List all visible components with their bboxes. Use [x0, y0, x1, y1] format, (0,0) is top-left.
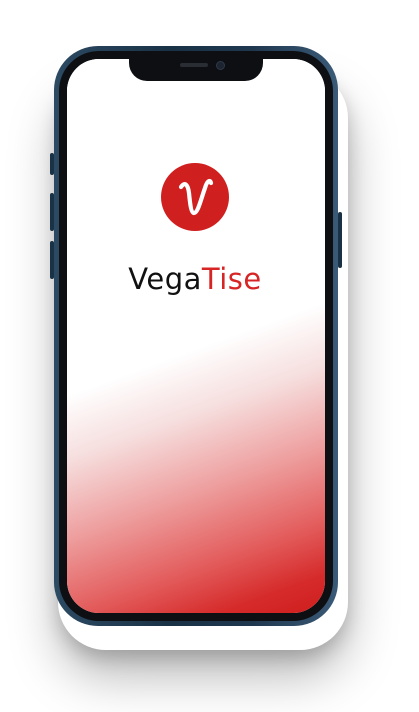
volume-down-button [50, 241, 54, 279]
front-camera [216, 61, 225, 70]
splash-screen [67, 59, 325, 613]
action-button [50, 153, 54, 175]
brand-wordmark: VegaTise [97, 262, 293, 296]
volume-up-button [50, 193, 54, 231]
brand-wordmark-prefix: Vega [128, 262, 202, 296]
power-button [338, 212, 342, 268]
brand-wordmark-suffix: Tise [201, 262, 262, 296]
splash-background-gradient [67, 59, 325, 613]
mockup-stage: VegaTise [0, 0, 419, 712]
earpiece-speaker [180, 63, 208, 67]
vegatise-v-logo-icon [161, 163, 229, 231]
